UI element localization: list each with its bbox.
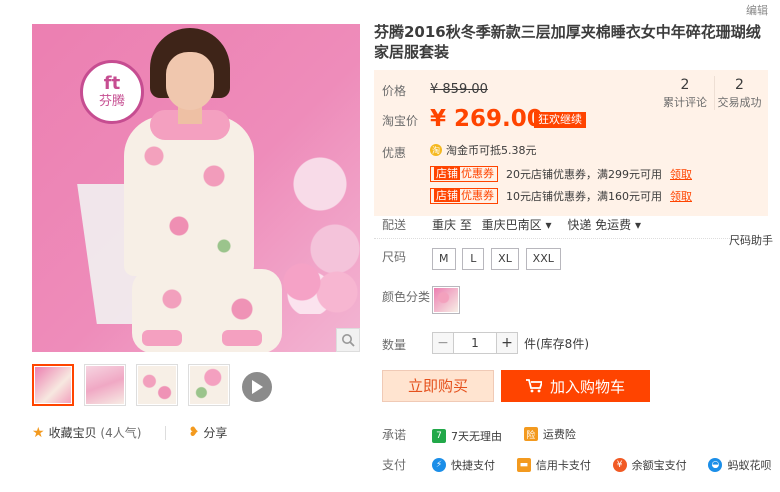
pant-cuff-graphic xyxy=(222,330,262,346)
quantity-label: 数量 xyxy=(382,338,407,352)
promo-price: ¥ 269.00 xyxy=(430,106,543,132)
original-price: ¥ 859.00 xyxy=(430,82,488,97)
size-option-m[interactable]: M xyxy=(432,248,456,270)
thumbnail-1[interactable] xyxy=(32,364,74,406)
destination-select[interactable]: 重庆巴南区 ▾ xyxy=(482,218,552,232)
pant-cuff-graphic xyxy=(142,330,182,346)
thumbnail-2[interactable] xyxy=(84,364,126,406)
size-row: 尺码 M L XL XXL xyxy=(382,248,682,272)
main-product-image[interactable]: ft 芬腾 xyxy=(32,24,360,352)
shipping-insurance-icon: 险 xyxy=(523,427,538,441)
share-icon: ❥ xyxy=(188,425,200,440)
decrement-button[interactable]: − xyxy=(432,332,454,354)
credit-card-pay[interactable]: ▬ 信用卡支付 xyxy=(516,457,591,473)
add-to-cart-button[interactable]: 加入购物车 xyxy=(501,370,650,402)
quick-pay-icon: ⚡ xyxy=(432,458,446,472)
face-graphic xyxy=(166,52,214,110)
social-bar: ★ 收藏宝贝 (4人气) ❥ 分享 xyxy=(32,424,227,441)
delivery-info: 重庆 至 重庆巴南区 ▾ 快递 免运费 ▾ xyxy=(432,218,642,232)
edit-link[interactable]: 编辑 xyxy=(746,2,768,18)
size-option-l[interactable]: L xyxy=(462,248,485,270)
size-option-xxl[interactable]: XXL xyxy=(525,248,561,270)
thumbnail-strip xyxy=(32,364,230,406)
payment-row: 支付 ⚡ 快捷支付 ▬ 信用卡支付 ¥ 余额宝支付 ◒ 蚂蚁花呗 xyxy=(382,456,772,474)
quantity-row: 数量 − 1 + 件(库存8件) xyxy=(382,332,682,356)
claim-coupon-link[interactable]: 领取 xyxy=(670,188,692,204)
brand-logo-name: 芬腾 xyxy=(98,94,125,109)
divider xyxy=(165,425,167,440)
quantity-input[interactable]: 1 xyxy=(454,332,496,354)
coin-icon: 淘 xyxy=(430,144,442,156)
floor-flowers xyxy=(282,252,360,322)
stock-text: 件(库存8件) xyxy=(524,336,589,351)
increment-button[interactable]: + xyxy=(496,332,518,354)
claim-coupon-link[interactable]: 领取 xyxy=(670,166,692,182)
size-helper-link[interactable]: 尺码助手 xyxy=(729,232,773,248)
payment-label: 支付 xyxy=(382,458,407,472)
promo-price-label: 淘宝价 xyxy=(382,114,419,128)
shipping-insurance[interactable]: 险运费险 xyxy=(523,426,576,442)
size-options: M L XL XXL xyxy=(432,248,564,270)
color-swatch[interactable] xyxy=(432,286,460,314)
play-icon xyxy=(252,380,263,394)
shipping-select[interactable]: 快递 免运费 ▾ xyxy=(567,218,641,232)
coupon-tag: 店铺 优惠券 xyxy=(430,166,498,182)
size-label: 尺码 xyxy=(382,250,407,264)
brand-logo-mark: ft xyxy=(103,73,121,94)
divider xyxy=(374,238,768,239)
product-title: 芬腾2016秋冬季新款三层加厚夹棉睡衣女中年碎花珊瑚绒家居服套装 xyxy=(374,23,761,61)
color-row: 颜色分类 xyxy=(382,286,682,316)
huabei-pay[interactable]: ◒ 蚂蚁花呗 xyxy=(708,457,771,473)
yuebao-pay[interactable]: ¥ 余额宝支付 xyxy=(612,457,687,473)
quantity-stepper: − 1 + 件(库存8件) xyxy=(432,332,589,354)
huabei-icon: ◒ xyxy=(708,458,723,472)
delivery-label: 配送 xyxy=(382,218,407,232)
reviews-stat[interactable]: 2 累计评论 xyxy=(660,76,710,110)
color-label: 颜色分类 xyxy=(382,290,431,304)
buy-now-button[interactable]: 立即购买 xyxy=(382,370,494,402)
return-policy[interactable]: 7 7天无理由 xyxy=(432,428,502,444)
cart-icon xyxy=(525,379,542,393)
promo-badge: 狂欢继续 xyxy=(534,112,586,128)
price-label: 价格 xyxy=(382,84,407,98)
star-icon: ★ xyxy=(32,424,45,441)
delivery-row: 配送 重庆 至 重庆巴南区 ▾ 快递 免运费 ▾ xyxy=(382,216,772,236)
coupon-1: 店铺 优惠券 20元店铺优惠券，满299元可用 领取 xyxy=(430,166,692,182)
return-icon: 7 xyxy=(432,428,446,443)
yuebao-icon: ¥ xyxy=(612,458,627,472)
favorite-link[interactable]: 收藏宝贝 (4人气) xyxy=(49,424,142,441)
brand-logo: ft 芬腾 xyxy=(80,60,144,124)
price-panel: 价格 ¥ 859.00 2 累计评论 2 交易成功 淘宝价 ¥ 269.00 狂… xyxy=(374,70,768,216)
play-video-button[interactable] xyxy=(242,372,272,402)
offers-label: 优惠 xyxy=(382,146,407,160)
thumbnail-3[interactable] xyxy=(136,364,178,406)
guarantee-row: 承诺 7 7天无理由 险运费险 xyxy=(382,426,772,444)
zoom-icon[interactable] xyxy=(336,328,360,352)
thumbnail-4[interactable] xyxy=(188,364,230,406)
credit-card-icon: ▬ xyxy=(516,458,531,472)
guarantee-label: 承诺 xyxy=(382,428,407,442)
deals-stat: 2 交易成功 xyxy=(714,76,764,110)
size-option-xl[interactable]: XL xyxy=(491,248,519,270)
pajama-top-graphic xyxy=(124,116,254,276)
coin-offer: 淘 淘金币可抵5.38元 xyxy=(430,144,537,157)
quick-pay[interactable]: ⚡ 快捷支付 xyxy=(432,457,495,473)
coupon-2: 店铺 优惠券 10元店铺优惠券，满160元可用 领取 xyxy=(430,188,692,204)
coupon-tag: 店铺 优惠券 xyxy=(430,188,498,204)
share-link[interactable]: 分享 xyxy=(203,424,227,441)
